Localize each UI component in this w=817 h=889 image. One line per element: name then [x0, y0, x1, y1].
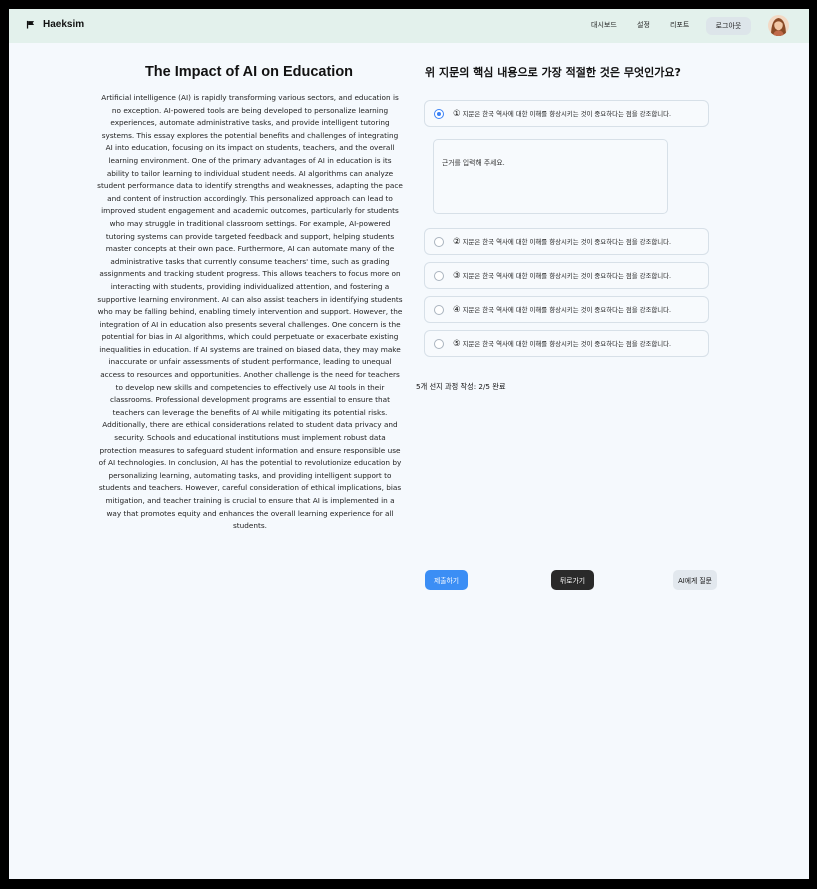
back-button[interactable]: 뒤로가기 — [551, 570, 594, 590]
nav-report[interactable]: 리포트 — [670, 20, 689, 30]
option-number: ③ — [453, 270, 461, 281]
progress-status: 5개 선지 과정 작성: 2/5 완료 — [416, 382, 506, 391]
option-text: 지문은 한국 역사에 대한 이해를 향상시키는 것이 중요하다는 점을 강조합니… — [462, 340, 672, 348]
avatar-image — [768, 15, 789, 36]
logout-button[interactable]: 로그아웃 — [706, 17, 751, 35]
option-text: 지문은 한국 역사에 대한 이해를 향상시키는 것이 중요하다는 점을 강조합니… — [462, 110, 672, 118]
top-navbar: Haeksim 대시보드 설정 리포트 로그아웃 — [9, 9, 809, 43]
option-1[interactable]: ① 지문은 한국 역사에 대한 이해를 향상시키는 것이 중요하다는 점을 강조… — [424, 100, 709, 127]
option-number: ④ — [453, 304, 461, 315]
option-text: 지문은 한국 역사에 대한 이해를 향상시키는 것이 중요하다는 점을 강조합니… — [462, 272, 672, 280]
radio-selected-icon[interactable] — [434, 108, 444, 119]
question-title: 위 지문의 핵심 내용으로 가장 적절한 것은 무엇인가요? — [425, 66, 681, 79]
radio-icon[interactable] — [434, 236, 444, 247]
reason-textarea[interactable]: 근거를 입력해 주세요. — [433, 139, 668, 214]
option-number: ⑤ — [453, 338, 461, 349]
option-2[interactable]: ② 지문은 한국 역사에 대한 이해를 향상시키는 것이 중요하다는 점을 강조… — [424, 228, 709, 255]
radio-icon[interactable] — [434, 338, 444, 349]
essay-text: Artificial intelligence (AI) is rapidly … — [97, 93, 403, 531]
option-4[interactable]: ④ 지문은 한국 역사에 대한 이해를 향상시키는 것이 중요하다는 점을 강조… — [424, 296, 709, 323]
ask-ai-button[interactable]: AI에게 질문 — [673, 570, 717, 590]
radio-icon[interactable] — [434, 270, 444, 281]
option-text: 지문은 한국 역사에 대한 이해를 향상시키는 것이 중요하다는 점을 강조합니… — [462, 306, 672, 314]
option-5[interactable]: ⑤ 지문은 한국 역사에 대한 이해를 향상시키는 것이 중요하다는 점을 강조… — [424, 330, 709, 357]
reason-placeholder: 근거를 입력해 주세요. — [442, 159, 505, 167]
option-number: ② — [453, 236, 461, 247]
essay-title: The Impact of AI on Education — [144, 64, 354, 80]
radio-icon[interactable] — [434, 304, 444, 315]
option-text: 지문은 한국 역사에 대한 이해를 향상시키는 것이 중요하다는 점을 강조합니… — [462, 238, 672, 246]
option-3[interactable]: ③ 지문은 한국 역사에 대한 이해를 향상시키는 것이 중요하다는 점을 강조… — [424, 262, 709, 289]
nav-dashboard[interactable]: 대시보드 — [591, 20, 617, 30]
brand-logo[interactable]: Haeksim — [26, 19, 84, 30]
app-name: Haeksim — [43, 19, 85, 30]
option-number: ① — [453, 108, 461, 119]
submit-button[interactable]: 제출하기 — [425, 570, 468, 590]
app-window: Haeksim 대시보드 설정 리포트 로그아웃 The Impact of A… — [9, 9, 809, 879]
flag-icon — [26, 20, 35, 29]
user-avatar[interactable] — [768, 15, 789, 36]
nav-settings[interactable]: 설정 — [637, 20, 650, 30]
